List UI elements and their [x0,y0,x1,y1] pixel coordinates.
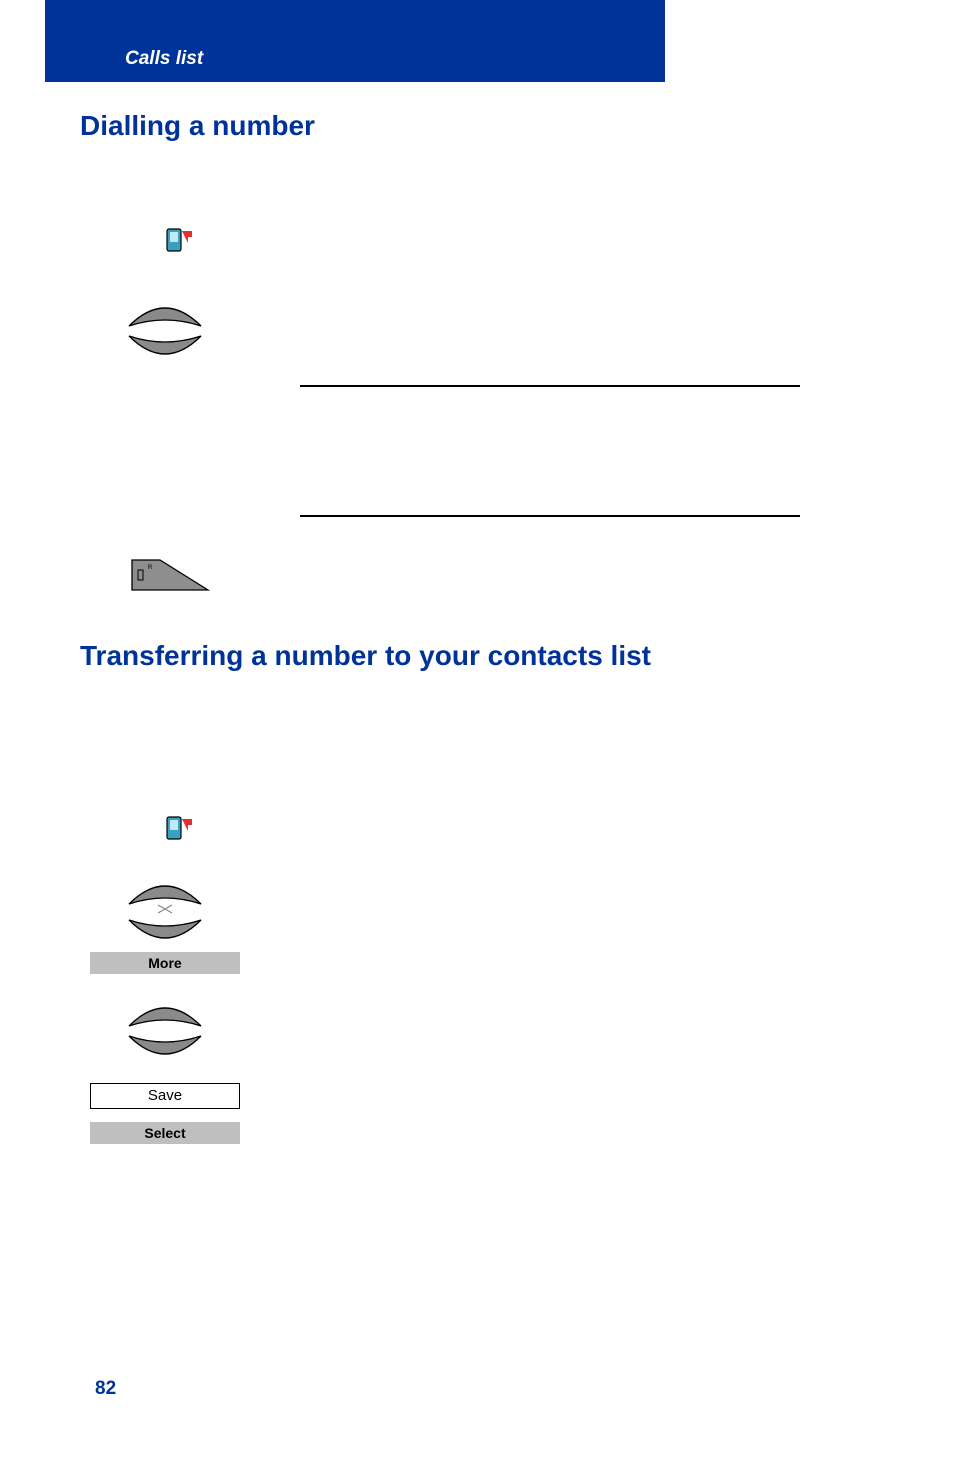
heading-transferring: Transferring a number to your contacts l… [80,640,651,672]
more-button[interactable]: More [90,952,240,974]
divider-line-2 [300,515,800,517]
nav-up-down-icon [115,1000,215,1062]
select-button[interactable]: Select [90,1122,240,1144]
missed-calls-icon [130,225,230,262]
nav-up-down-cross-icon [115,878,215,946]
save-button[interactable]: Save [90,1083,240,1109]
svg-text:R: R [148,565,153,571]
page-number: 82 [95,1378,116,1400]
nav-up-down-icon [115,300,215,362]
section-title: Calls list [125,48,203,70]
missed-calls-icon [130,813,230,850]
heading-dialling: Dialling a number [80,110,315,142]
recall-key-icon: R [130,558,210,592]
divider-line-1 [300,385,800,387]
header-bar: Calls list [45,0,665,82]
